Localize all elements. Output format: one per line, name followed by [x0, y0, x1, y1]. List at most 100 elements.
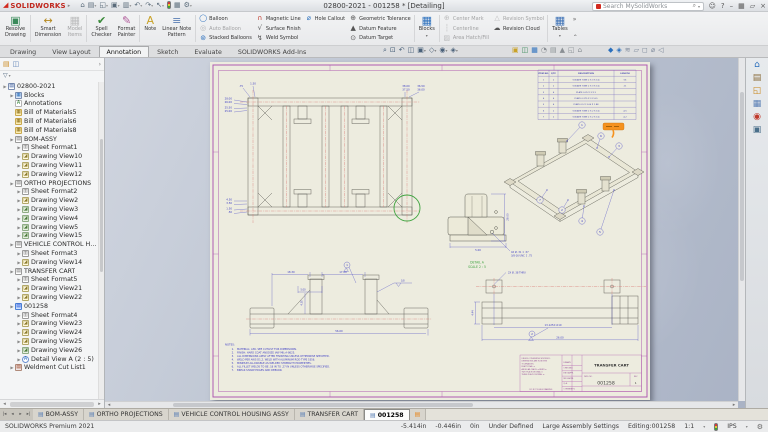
note-number[interactable]: 1.	[232, 347, 235, 351]
note-line[interactable]: BREAK SHARP EDGES AND DEBURR.	[237, 368, 283, 372]
note-number[interactable]: 6.	[232, 365, 235, 369]
panel-vertical-scrollbar[interactable]	[98, 82, 104, 399]
search-dropdown-icon[interactable]: ▾	[698, 4, 700, 9]
toolbar-icon[interactable]: ▲	[560, 47, 565, 54]
note-line[interactable]: FINISH: HARD COAT ANODIZE IAW MIL-A-8625…	[237, 351, 295, 355]
dimension-text[interactable]: .75	[239, 84, 243, 88]
custom-properties-icon[interactable]: ▣	[753, 126, 762, 135]
sheet-scroll-button[interactable]: ◂	[9, 412, 16, 417]
note-line[interactable]: WELD PER AWS D1.2. WELD WITH ALUMINUM RO…	[237, 358, 315, 362]
open-icon[interactable]: ◱▾	[99, 2, 108, 9]
undo-icon[interactable]: ↶▾	[134, 2, 142, 9]
tree-item-blocks[interactable]: ▶▦Blocks	[0, 91, 98, 100]
tree-item-drawing-view3[interactable]: ▶◪Drawing View3	[0, 205, 98, 214]
bom-header[interactable]: ITEM NO.	[538, 73, 549, 75]
bom-cell[interactable]: 4.2	[623, 117, 627, 119]
redo-icon[interactable]: ↷▾	[145, 2, 153, 9]
note-line[interactable]: ALL DIMENSIONS APPLY AFTER FINISHING UNL…	[237, 354, 330, 358]
dimension-text[interactable]: 26.00	[556, 336, 564, 340]
tree-item-drawing-view25[interactable]: ▶◪Drawing View25	[0, 337, 98, 346]
tree-item-bill-of-materials6[interactable]: ▦Bill of Materials6	[0, 117, 98, 126]
toolbar-icon[interactable]: ◈	[616, 47, 621, 54]
dimension-text[interactable]: 3/8-16 UNC ↧ .75	[511, 255, 533, 258]
iso-view[interactable]	[504, 135, 644, 222]
highlighted-annotation[interactable]	[603, 123, 624, 138]
dimension-text[interactable]: 4.44	[472, 310, 475, 316]
tree-item-drawing-view14[interactable]: ▶◪Drawing View14	[0, 258, 98, 267]
design-library-icon[interactable]: ▤	[753, 74, 762, 83]
format-painter-button[interactable]: ✎Format Painter	[115, 13, 139, 44]
dimension-text[interactable]: 56.00	[335, 329, 343, 333]
datum-feature-button[interactable]: ▲Datum Feature	[349, 24, 411, 33]
balloon-number[interactable]: 5	[599, 230, 601, 234]
tree-item-bom-assy[interactable]: ▶▤BOM-ASSY	[0, 135, 98, 144]
note-number[interactable]: 4.	[232, 358, 235, 362]
dimension-text[interactable]: 4X Ø .31 ↧ .57	[511, 251, 529, 254]
display-style-icon[interactable]: ◇▾	[429, 47, 436, 54]
scale-dropdown-icon[interactable]: ▾	[703, 424, 705, 429]
dimension-text[interactable]: 5.00	[300, 289, 306, 292]
save-icon[interactable]: ▣▾	[111, 2, 120, 9]
view-palette-icon[interactable]: ▦	[753, 100, 762, 109]
bom-cell[interactable]: 5	[543, 104, 545, 106]
tree-item-vehicle-control-housing-assy[interactable]: ▶▤VEHICLE CONTROL HOUSING ASSY	[0, 240, 98, 249]
scrollbar-thumb[interactable]	[10, 402, 94, 407]
dimension-text[interactable]: 3.50	[226, 201, 232, 205]
tree-item-drawing-view12[interactable]: ▶◪Drawing View12	[0, 170, 98, 179]
zoom-fit-icon[interactable]: ⌕	[383, 47, 387, 54]
toolbar-icon[interactable]: ≋	[625, 47, 631, 54]
note-line[interactable]: MINIMUM ALLOWABLE AS-WELDED STRENGTH PRO…	[237, 361, 312, 365]
tables-button[interactable]: ▦Tables▾	[549, 13, 571, 44]
bom-header[interactable]: DESCRIPTION	[578, 73, 594, 75]
dimension-text[interactable]: 1.50	[250, 82, 256, 86]
feature-tree-tab[interactable]: ▤	[3, 61, 10, 68]
bom-cell[interactable]: 2	[543, 86, 545, 88]
tree-item-sheet-format4[interactable]: ▶▥Sheet Format4	[0, 311, 98, 320]
tree-item-drawing-view4[interactable]: ▶◪Drawing View4	[0, 214, 98, 223]
file-properties-icon[interactable]: ▦	[174, 2, 181, 9]
appearances-icon[interactable]: ◉	[753, 113, 761, 122]
toolbar-icon[interactable]: ◔	[541, 47, 547, 54]
ribbon-overflow[interactable]: »⌃	[571, 13, 580, 44]
solidworks-resources-icon[interactable]: ⌂	[754, 61, 760, 70]
dimension-text[interactable]: 17.29	[339, 270, 347, 274]
toolbar-icon[interactable]: ◻	[642, 47, 648, 54]
tree-item-02800-2021[interactable]: ▶▤02800-2021	[0, 82, 98, 91]
scrollbar-thumb[interactable]	[173, 403, 473, 407]
view-orientation-icon[interactable]: ▣▾	[417, 47, 426, 54]
tree-item-detail-view-a-2-5[interactable]: ▶ADetail View A (2 : 5)	[0, 355, 98, 364]
select-icon[interactable]: ↖▾	[156, 2, 164, 9]
note-number[interactable]: 7.	[232, 368, 235, 372]
note-number[interactable]: 2.	[232, 351, 235, 355]
bom-header[interactable]: QTY.	[551, 73, 556, 75]
bom-cell[interactable]: 21	[624, 86, 627, 88]
brand-expand-icon[interactable]: ▸	[68, 3, 71, 9]
toolbar-icon[interactable]: ▣	[512, 47, 519, 54]
bom-cell[interactable]: PLATE 0.5 X 3.06 X 1.88	[573, 103, 599, 106]
bom-cell[interactable]: 4	[553, 98, 555, 100]
smart-dimension-button[interactable]: ↔Smart Dimension	[32, 13, 65, 44]
search-icon[interactable]: ⌕	[693, 2, 696, 10]
sheet-scroll-button[interactable]: ▸	[17, 412, 24, 417]
toolbar-icon[interactable]: ⌂	[578, 47, 582, 54]
notes-title[interactable]: NOTES:	[225, 343, 235, 347]
dimension-text[interactable]: 36.00	[417, 88, 425, 92]
model-items-button[interactable]: ▦Model Items	[64, 13, 85, 44]
revision-cloud-button[interactable]: ☁Revision Cloud	[493, 24, 544, 33]
toolbar-icon[interactable]: ⌀	[651, 47, 655, 54]
tree-item-drawing-view11[interactable]: ▶◪Drawing View11	[0, 161, 98, 170]
detail-view[interactable]	[448, 194, 506, 241]
tree-item-drawing-view2[interactable]: ▶◪Drawing View2	[0, 196, 98, 205]
bom-cell[interactable]: 7	[543, 117, 545, 119]
blocks-button[interactable]: ▦Blocks▾	[416, 13, 438, 44]
tree-item-drawing-view15[interactable]: ▶◪Drawing View15	[0, 232, 98, 241]
tab-solidworks-add-ins[interactable]: SOLIDWORKS Add-Ins	[230, 46, 314, 57]
minimize-icon[interactable]: –	[730, 2, 734, 10]
tree-item-sheet-format2[interactable]: ▶▥Sheet Format2	[0, 188, 98, 197]
tree-item-drawing-view26[interactable]: ▶◪Drawing View26	[0, 346, 98, 355]
assembly-mode[interactable]: Large Assembly Settings	[542, 423, 619, 430]
hide-show-icon[interactable]: ◉▾	[439, 47, 447, 54]
sheet-tab-ortho-projections[interactable]: ▤ORTHO PROJECTIONS	[84, 409, 169, 420]
bom-table[interactable]: ITEM NO.QTY.DESCRIPTIONLENGTH12SQUARE TU…	[538, 70, 636, 120]
scale-ratio[interactable]: 1:1	[684, 423, 694, 430]
